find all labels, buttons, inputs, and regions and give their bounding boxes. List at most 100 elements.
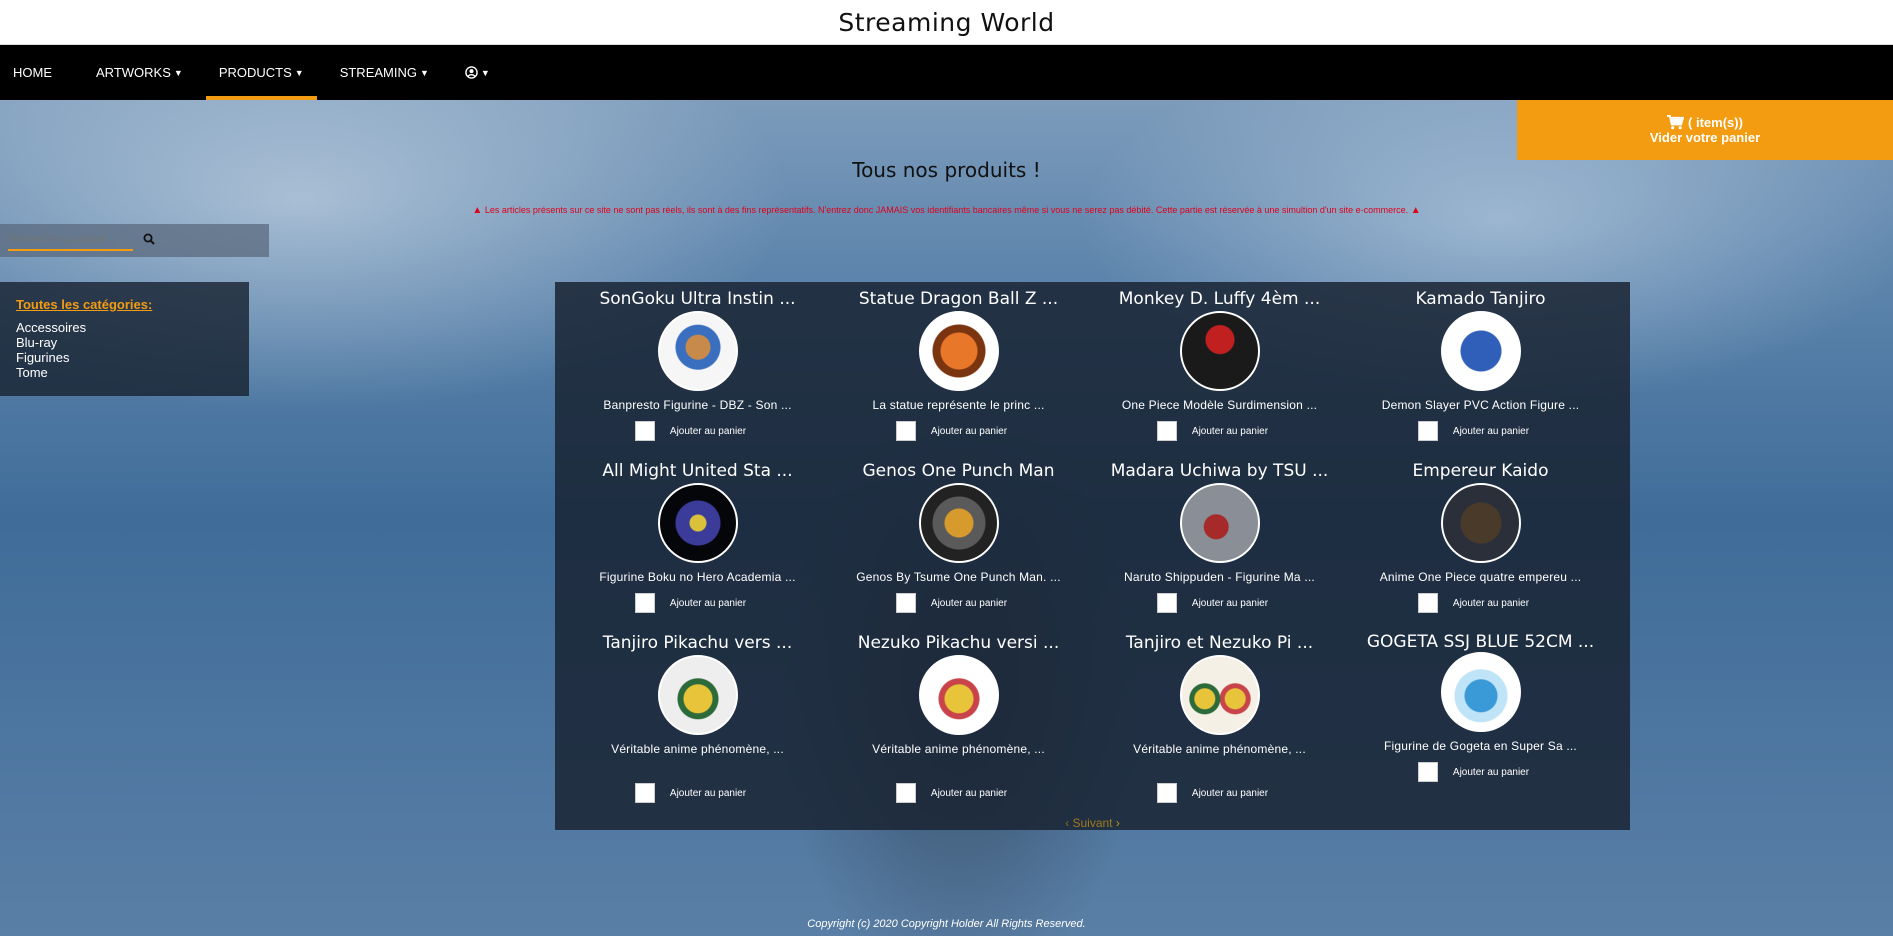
add-to-cart-label[interactable]: Ajouter au panier xyxy=(1192,788,1268,799)
warning-icon: ▲ xyxy=(1410,205,1421,216)
product-card: Madara Uchiwa by TSU ... Naruto Shippude… xyxy=(1089,454,1350,626)
caret-down-icon: ▼ xyxy=(173,67,183,78)
product-description: Banpresto Figurine - DBZ - Son ... xyxy=(603,398,792,412)
add-to-cart-checkbox[interactable] xyxy=(1156,421,1177,441)
nav-artworks-label: ARTWORKS xyxy=(96,65,171,80)
add-to-cart-checkbox[interactable] xyxy=(895,421,916,441)
product-name[interactable]: Madara Uchiwa by TSU ... xyxy=(1111,462,1329,480)
add-to-cart-label[interactable]: Ajouter au panier xyxy=(670,426,746,437)
add-to-cart-label[interactable]: Ajouter au panier xyxy=(1192,426,1268,437)
chevron-left-icon[interactable]: ‹ xyxy=(1065,816,1069,830)
search-input[interactable] xyxy=(8,230,133,251)
product-card: Monkey D. Luffy 4èm ... One Piece Modèle… xyxy=(1089,282,1350,454)
add-to-cart-checkbox[interactable] xyxy=(1156,593,1177,613)
footer-copyright: Copyright (c) 2020 Copyright Holder All … xyxy=(807,918,1086,930)
product-name[interactable]: SonGoku Ultra Instin ... xyxy=(599,290,795,308)
category-link[interactable]: Accessoires xyxy=(16,320,233,335)
add-to-cart-label[interactable]: Ajouter au panier xyxy=(1192,598,1268,609)
add-to-cart-checkbox[interactable] xyxy=(634,593,655,613)
next-page-link[interactable]: Suivant xyxy=(1072,816,1112,830)
product-description: Véritable anime phénomène, ... xyxy=(1133,742,1306,756)
product-name[interactable]: GOGETA SSJ BLUE 52CM ... xyxy=(1366,634,1596,651)
category-link[interactable]: Tome xyxy=(16,365,233,380)
product-name[interactable]: Statue Dragon Ball Z ... xyxy=(859,290,1058,308)
add-to-cart-checkbox[interactable] xyxy=(895,593,916,613)
product-image[interactable] xyxy=(1179,655,1260,735)
category-link[interactable]: Figurines xyxy=(16,350,233,365)
product-image[interactable] xyxy=(1440,311,1521,391)
categories-panel: Toutes les catégories: Accessoires Blu-r… xyxy=(0,282,249,396)
site-header: Streaming World xyxy=(0,0,1893,45)
add-to-cart-checkbox[interactable] xyxy=(1417,421,1438,441)
pagination: ‹ Suivant › xyxy=(555,816,1630,830)
product-card: SonGoku Ultra Instin ... Banpresto Figur… xyxy=(567,282,828,454)
product-description: Naruto Shippuden - Figurine Ma ... xyxy=(1124,570,1315,584)
product-name[interactable]: Tanjiro et Nezuko Pi ... xyxy=(1126,634,1313,652)
add-to-cart-label[interactable]: Ajouter au panier xyxy=(670,598,746,609)
caret-down-icon: ▼ xyxy=(419,67,429,78)
product-description: Figurine de Gogeta en Super Sa ... xyxy=(1384,739,1577,753)
chevron-right-icon[interactable]: › xyxy=(1116,816,1120,830)
product-description: Anime One Piece quatre empereu ... xyxy=(1379,570,1582,584)
product-image[interactable] xyxy=(918,483,999,563)
cart-icon xyxy=(1667,115,1685,130)
add-to-cart-checkbox[interactable] xyxy=(634,421,655,441)
nav-home[interactable]: HOME xyxy=(0,45,65,100)
product-image[interactable] xyxy=(1440,483,1521,563)
nav-streaming[interactable]: STREAMING ▼ xyxy=(327,45,442,100)
product-image[interactable] xyxy=(657,483,738,563)
product-description: Demon Slayer PVC Action Figure ... xyxy=(1381,398,1580,412)
product-image[interactable] xyxy=(918,655,999,735)
product-name[interactable]: All Might United Sta ... xyxy=(602,462,792,480)
cart-count: ( item(s)) xyxy=(1688,115,1743,130)
add-to-cart-checkbox[interactable] xyxy=(1156,783,1177,803)
product-name[interactable]: Monkey D. Luffy 4èm ... xyxy=(1119,290,1320,308)
categories-title: Toutes les catégories: xyxy=(16,297,153,312)
product-card: Tanjiro Pikachu vers ... Véritable anime… xyxy=(567,626,828,818)
product-name[interactable]: Genos One Punch Man xyxy=(863,462,1055,480)
product-name[interactable]: Tanjiro Pikachu vers ... xyxy=(603,634,792,652)
product-image[interactable] xyxy=(657,311,738,391)
nav-products[interactable]: PRODUCTS ▼ xyxy=(205,45,317,100)
nav-products-label: PRODUCTS xyxy=(218,65,292,80)
product-image[interactable] xyxy=(657,655,738,735)
category-link[interactable]: Blu-ray xyxy=(16,335,233,350)
nav-artworks[interactable]: ARTWORKS ▼ xyxy=(83,45,196,100)
caret-down-icon: ▼ xyxy=(480,67,490,78)
product-image[interactable] xyxy=(1179,311,1260,391)
search-icon[interactable] xyxy=(143,233,155,248)
add-to-cart-label[interactable]: Ajouter au panier xyxy=(1453,426,1529,437)
product-card: Statue Dragon Ball Z ... La statue repré… xyxy=(828,282,1089,454)
product-card: All Might United Sta ... Figurine Boku n… xyxy=(567,454,828,626)
clear-cart-link[interactable]: Vider votre panier xyxy=(1650,130,1760,145)
product-image[interactable] xyxy=(1179,483,1260,563)
product-description: La statue représente le princ ... xyxy=(872,398,1045,412)
product-image[interactable] xyxy=(1440,652,1521,732)
add-to-cart-label[interactable]: Ajouter au panier xyxy=(931,598,1007,609)
nav-account[interactable]: ▼ xyxy=(452,45,503,100)
product-card: Empereur Kaido Anime One Piece quatre em… xyxy=(1350,454,1611,626)
cart-widget[interactable]: ( item(s)) Vider votre panier xyxy=(1517,100,1893,160)
product-description: Genos By Tsume One Punch Man. ... xyxy=(856,570,1061,584)
main-navbar: HOME ARTWORKS ▼ PRODUCTS ▼ STREAMING ▼ ▼ xyxy=(0,45,1893,100)
user-circle-icon xyxy=(465,66,478,79)
add-to-cart-label[interactable]: Ajouter au panier xyxy=(1453,767,1529,778)
site-title: Streaming World xyxy=(838,7,1055,37)
product-card: Tanjiro et Nezuko Pi ... Véritable anime… xyxy=(1089,626,1350,818)
product-name[interactable]: Kamado Tanjiro xyxy=(1415,290,1545,308)
product-card: Nezuko Pikachu versi ... Véritable anime… xyxy=(828,626,1089,818)
product-name[interactable]: Empereur Kaido xyxy=(1413,462,1549,480)
add-to-cart-checkbox[interactable] xyxy=(1417,593,1438,613)
product-description: Véritable anime phénomène, ... xyxy=(611,742,784,756)
product-name[interactable]: Nezuko Pikachu versi ... xyxy=(858,634,1060,652)
add-to-cart-label[interactable]: Ajouter au panier xyxy=(931,788,1007,799)
warning-icon: ▲ xyxy=(472,205,483,216)
add-to-cart-checkbox[interactable] xyxy=(1417,762,1438,782)
add-to-cart-label[interactable]: Ajouter au panier xyxy=(931,426,1007,437)
add-to-cart-checkbox[interactable] xyxy=(895,783,916,803)
add-to-cart-label[interactable]: Ajouter au panier xyxy=(1453,598,1529,609)
add-to-cart-checkbox[interactable] xyxy=(634,783,655,803)
product-card: GOGETA SSJ BLUE 52CM ... Figurine de Gog… xyxy=(1350,626,1611,818)
product-image[interactable] xyxy=(918,311,999,391)
add-to-cart-label[interactable]: Ajouter au panier xyxy=(670,788,746,799)
